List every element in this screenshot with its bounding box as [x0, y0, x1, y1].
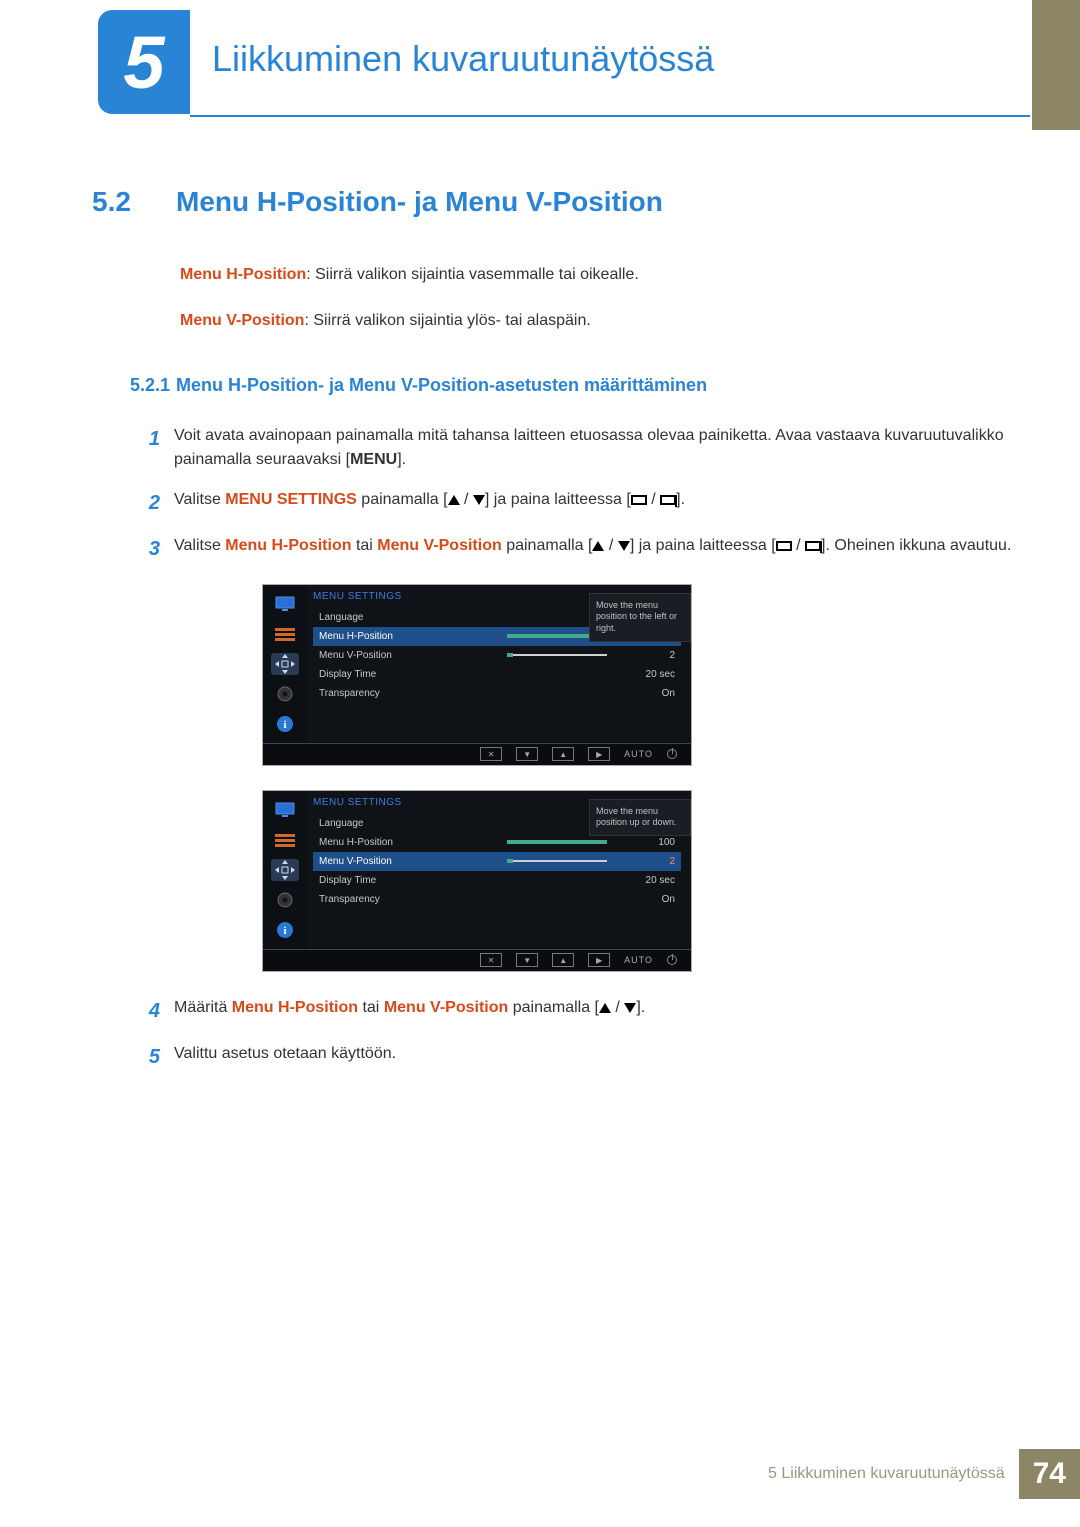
svg-text:i: i: [283, 719, 286, 731]
auto-label: AUTO: [624, 955, 653, 965]
move-icon: [271, 859, 299, 881]
footer-text: 5 Liikkuminen kuvaruutunäytössä: [768, 1465, 1005, 1483]
up-icon: ▲: [552, 953, 574, 967]
list-icon: [271, 829, 299, 851]
right-icon: ▶: [588, 747, 610, 761]
info-icon: i: [271, 919, 299, 941]
step-body: Voit avata avainopaan painamalla mitä ta…: [174, 424, 1020, 472]
slider-icon: [507, 860, 607, 862]
section-number: 5.2: [92, 186, 176, 218]
osd-row-transparency: TransparencyOn: [313, 684, 681, 703]
desc-v-position: Menu V-Position: Siirrä valikon sijainti…: [180, 310, 1020, 332]
osd-tooltip: Move the menu position up or down.: [589, 799, 691, 836]
step-1: 1 Voit avata avainopaan painamalla mitä …: [128, 424, 1020, 472]
osd-footer: ✕ ▼ ▲ ▶ AUTO: [263, 743, 691, 765]
step-number: 1: [128, 424, 174, 472]
slider-icon: [507, 654, 607, 656]
down-icon: ▼: [516, 747, 538, 761]
list-icon: [271, 623, 299, 645]
step-5: 5 Valittu asetus otetaan käyttöön.: [128, 1042, 1020, 1072]
close-icon: ✕: [480, 747, 502, 761]
close-icon: ✕: [480, 953, 502, 967]
up-down-icon: /: [599, 996, 636, 1020]
osd-row-displaytime: Display Time20 sec: [313, 871, 681, 890]
desc-h-label: Menu H-Position: [180, 266, 306, 283]
step-4: 4 Määritä Menu H-Position tai Menu V-Pos…: [128, 996, 1020, 1026]
subsection-number: 5.2.1: [92, 375, 176, 396]
subsection-title: Menu H-Position- ja Menu V-Position-aset…: [176, 375, 707, 395]
page-number: 74: [1019, 1449, 1080, 1499]
monitor-icon: [271, 799, 299, 821]
section-title: Menu H-Position- ja Menu V-Position: [176, 186, 663, 217]
osd-menu-vposition: i MENU SETTINGS LanguageEnglish Menu H-P…: [262, 790, 692, 972]
osd-menu-hposition: i MENU SETTINGS LanguageEnglish Menu H-P…: [262, 584, 692, 766]
desc-v-text: : Siirrä valikon sijaintia ylös- tai ala…: [304, 312, 590, 329]
chapter-title: Liikkuminen kuvaruutunäytössä: [212, 38, 714, 80]
up-icon: ▲: [552, 747, 574, 761]
monitor-icon: [271, 593, 299, 615]
header-divider: [190, 115, 1030, 117]
osd-sidebar: i: [263, 791, 307, 949]
page-footer: 5 Liikkuminen kuvaruutunäytössä 74: [768, 1449, 1080, 1499]
gear-icon: [271, 889, 299, 911]
step-number: 3: [128, 534, 174, 564]
osd-footer: ✕ ▼ ▲ ▶ AUTO: [263, 949, 691, 971]
down-icon: ▼: [516, 953, 538, 967]
step-body: Valitse MENU SETTINGS painamalla [ / ] j…: [174, 488, 1020, 518]
chapter-tab: 5: [98, 10, 190, 114]
menu-label: MENU: [350, 451, 397, 468]
step-3: 3 Valitse Menu H-Position tai Menu V-Pos…: [128, 534, 1020, 564]
osd-row-vposition: Menu V-Position2: [313, 646, 681, 665]
desc-h-position: Menu H-Position: Siirrä valikon sijainti…: [180, 264, 1020, 286]
desc-v-label: Menu V-Position: [180, 312, 304, 329]
enter-icon: /: [631, 488, 676, 512]
step-body: Valitse Menu H-Position tai Menu V-Posit…: [174, 534, 1020, 564]
up-down-icon: /: [592, 534, 629, 558]
osd-row-vposition-selected: Menu V-Position2: [313, 852, 681, 871]
desc-h-text: : Siirrä valikon sijaintia vasemmalle ta…: [306, 266, 639, 283]
header-band: [1032, 0, 1080, 130]
osd-row-transparency: TransparencyOn: [313, 890, 681, 909]
step-body: Määritä Menu H-Position tai Menu V-Posit…: [174, 996, 1020, 1026]
section-heading: 5.2Menu H-Position- ja Menu V-Position: [92, 186, 1020, 218]
step-number: 2: [128, 488, 174, 518]
osd-row-displaytime: Display Time20 sec: [313, 665, 681, 684]
right-icon: ▶: [588, 953, 610, 967]
enter-icon: /: [776, 534, 821, 558]
osd-sidebar: i: [263, 585, 307, 743]
power-icon: [667, 749, 677, 759]
subsection-heading: 5.2.1Menu H-Position- ja Menu V-Position…: [92, 375, 1020, 396]
auto-label: AUTO: [624, 749, 653, 759]
slider-icon: [507, 841, 607, 843]
up-down-icon: /: [448, 488, 485, 512]
info-icon: i: [271, 713, 299, 735]
step-body: Valittu asetus otetaan käyttöön.: [174, 1042, 1020, 1072]
step-number: 5: [128, 1042, 174, 1072]
step-2: 2 Valitse MENU SETTINGS painamalla [ / ]…: [128, 488, 1020, 518]
step-number: 4: [128, 996, 174, 1026]
osd-tooltip: Move the menu position to the left or ri…: [589, 593, 691, 642]
gear-icon: [271, 683, 299, 705]
move-icon: [271, 653, 299, 675]
power-icon: [667, 955, 677, 965]
chapter-number: 5: [123, 20, 164, 105]
svg-text:i: i: [283, 925, 286, 937]
